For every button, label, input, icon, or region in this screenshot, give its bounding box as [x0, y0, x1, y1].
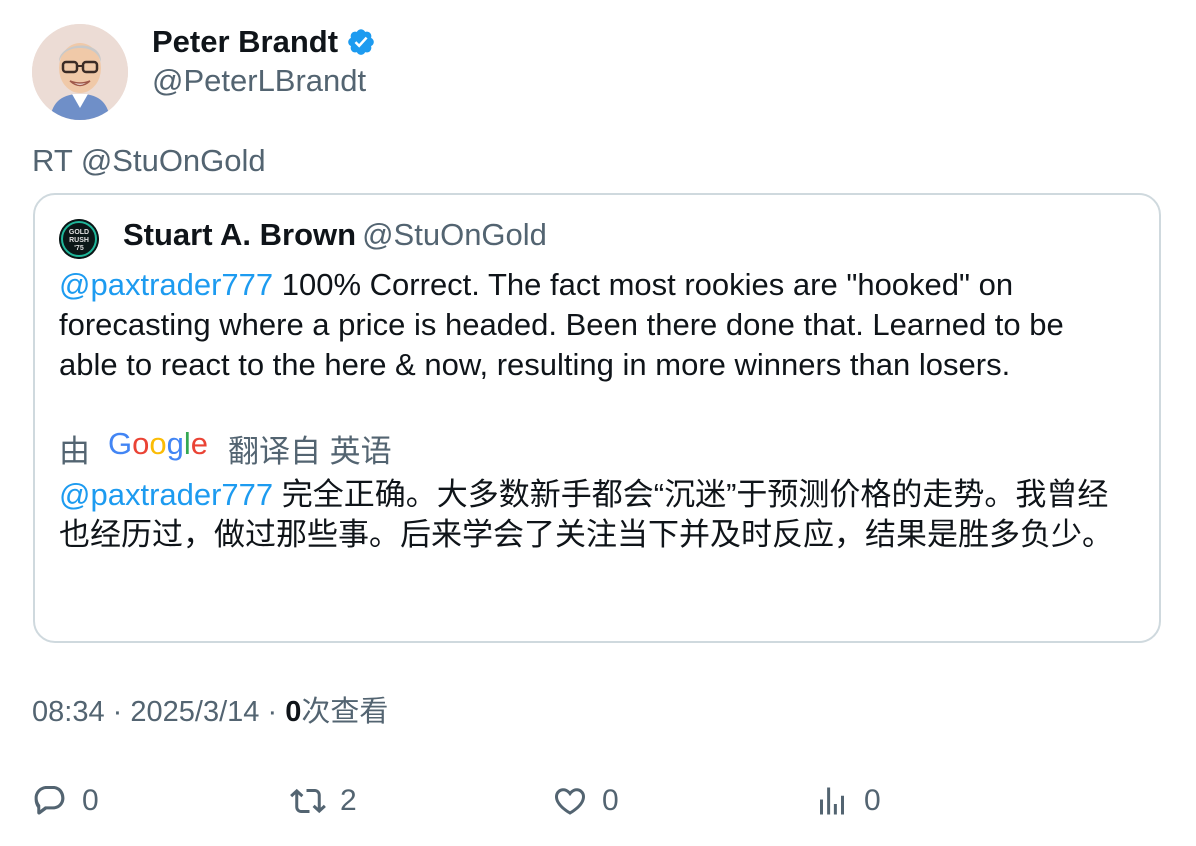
- author-avatar[interactable]: [32, 24, 128, 120]
- meta-separator: ·: [267, 696, 278, 728]
- logo-text-2: RUSH: [69, 237, 89, 244]
- gold-rush-logo-icon: GOLD RUSH '75: [59, 219, 99, 259]
- quoted-author-avatar[interactable]: GOLD RUSH '75: [59, 219, 99, 259]
- retweet-count: 2: [340, 784, 357, 817]
- retweet-text: RT @StuOnGold: [32, 143, 266, 178]
- quoted-tweet-text: @paxtrader777 100% Correct. The fact mos…: [59, 265, 1129, 385]
- author-name[interactable]: Peter Brandt: [152, 24, 338, 60]
- tweet-time[interactable]: 08:34: [32, 696, 105, 728]
- reply-count: 0: [82, 784, 99, 817]
- translated-text: @paxtrader777 完全正确。大多数新手都会“沉迷”于预测价格的走势。我…: [59, 475, 1139, 555]
- views-label: 次查看: [301, 696, 389, 728]
- translate-prefix: 由: [59, 433, 90, 469]
- cartoon-portrait-avatar-icon: [32, 24, 128, 120]
- reply-button[interactable]: 0: [32, 778, 99, 824]
- action-bar: 0 2 0 0: [32, 778, 1172, 824]
- google-logo-icon: Google: [108, 426, 208, 470]
- tweet-meta: 08:34 · 2025/3/14 · 0次查看: [32, 692, 388, 732]
- views-button[interactable]: 0: [814, 778, 881, 824]
- like-count: 0: [602, 784, 619, 817]
- translation-attribution: 由 Google 翻译自 英语: [59, 425, 392, 471]
- logo-text-1: GOLD: [69, 229, 89, 236]
- views-action-count: 0: [864, 784, 881, 817]
- heart-icon: [554, 788, 586, 815]
- reply-icon: [34, 786, 65, 815]
- views-count: 0: [285, 696, 302, 728]
- analytics-icon: [820, 787, 844, 815]
- like-button[interactable]: 0: [552, 778, 619, 824]
- meta-separator: ·: [112, 696, 123, 728]
- translated-mention-link[interactable]: @paxtrader777: [59, 477, 273, 512]
- logo-text-3: '75: [74, 245, 84, 252]
- author-handle[interactable]: @PeterLBrandt: [152, 62, 366, 100]
- quoted-author-row: Stuart A. Brown @StuOnGold: [123, 215, 547, 255]
- author-name-row: Peter Brandt: [152, 22, 376, 62]
- tweet-date[interactable]: 2025/3/14: [130, 696, 259, 728]
- quoted-author-handle[interactable]: @StuOnGold: [362, 217, 547, 252]
- google-wordmark: Google: [108, 426, 208, 461]
- quoted-tweet-card[interactable]: GOLD RUSH '75 Stuart A. Brown @StuOnGold …: [33, 193, 1161, 643]
- quoted-author-name[interactable]: Stuart A. Brown: [123, 217, 356, 252]
- retweet-icon: [290, 788, 326, 814]
- translate-suffix[interactable]: 翻译自 英语: [228, 426, 392, 471]
- mention-link[interactable]: @paxtrader777: [59, 267, 273, 302]
- retweet-button[interactable]: 2: [290, 778, 357, 824]
- verified-badge-icon[interactable]: [346, 27, 376, 57]
